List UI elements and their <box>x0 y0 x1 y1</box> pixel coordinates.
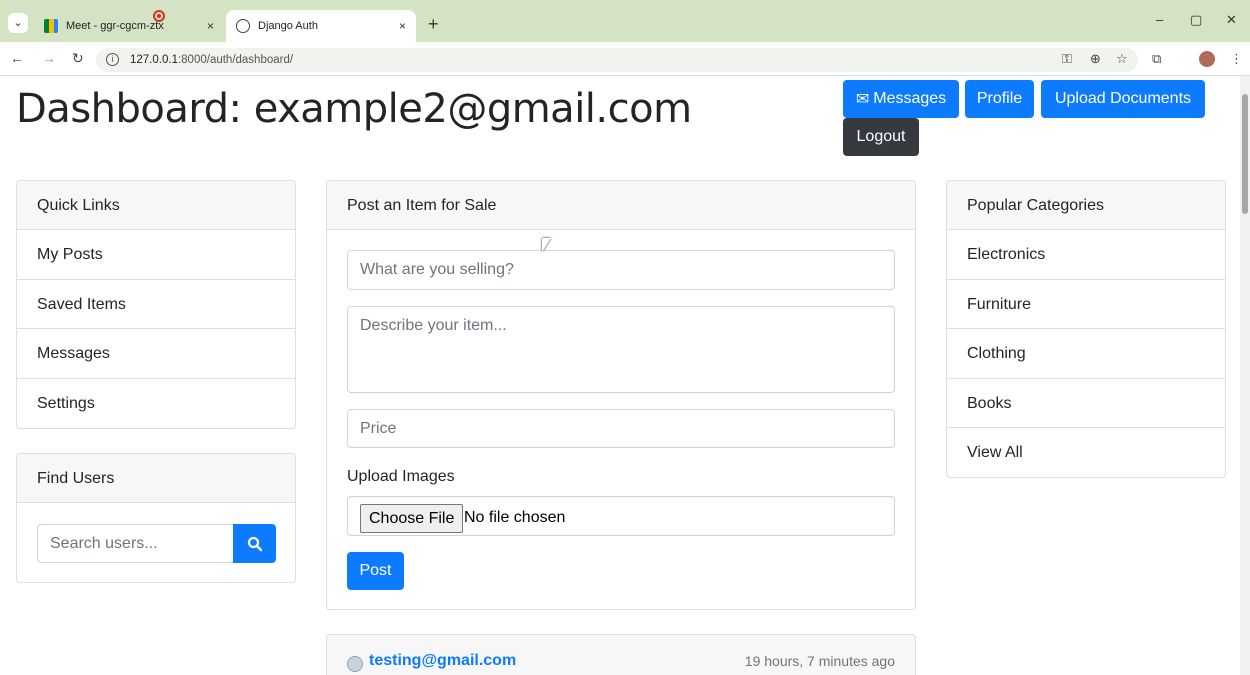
mouse-cursor <box>542 238 551 252</box>
envelope-icon: ✉ <box>855 91 870 108</box>
url-host: 127.0.0.1 <box>130 54 178 66</box>
tab-title: Django Auth <box>258 20 318 32</box>
page-title: Dashboard: example2@gmail.com <box>16 86 692 132</box>
category-electronics[interactable]: Electronics <box>947 230 1225 280</box>
close-window-button[interactable]: ✕ <box>1226 12 1237 28</box>
search-users-input[interactable]: Search users... <box>37 524 235 563</box>
tab-close-icon[interactable]: × <box>207 19 214 33</box>
tab-strip: ⌄ Meet - ggr-cgcm-ztx × Django Auth × + … <box>0 0 1250 42</box>
category-clothing[interactable]: Clothing <box>947 329 1225 379</box>
address-bar[interactable]: 127.0.0.1:8000/auth/dashboard/ <box>96 48 1138 72</box>
bookmark-star-icon[interactable]: ☆ <box>1116 51 1128 67</box>
no-file-chosen-text: No file chosen <box>464 509 566 526</box>
logout-button[interactable]: Logout <box>843 118 919 156</box>
quick-links-header: Quick Links <box>17 181 295 230</box>
search-button[interactable] <box>233 524 276 563</box>
feed-post-card: testing@gmail.com 19 hours, 7 minutes ag… <box>326 634 916 675</box>
user-avatar-icon <box>347 656 363 672</box>
zoom-icon[interactable]: ⊕ <box>1090 51 1101 67</box>
maximize-button[interactable]: ▢ <box>1190 12 1202 28</box>
password-key-icon[interactable]: ⚿ <box>1062 51 1072 67</box>
category-books[interactable]: Books <box>947 379 1225 428</box>
tab-title: Meet - ggr-cgcm-ztx <box>66 20 164 32</box>
scrollbar-thumb[interactable] <box>1242 94 1248 214</box>
item-description-textarea[interactable]: Describe your item... <box>347 306 895 393</box>
new-tab-button[interactable]: + <box>428 14 439 35</box>
browser-toolbar: ← → ↻ 127.0.0.1:8000/auth/dashboard/ i ⚿… <box>0 42 1250 76</box>
profile-avatar[interactable] <box>1199 51 1215 67</box>
post-timestamp: 19 hours, 7 minutes ago <box>744 653 895 669</box>
find-users-header: Find Users <box>17 454 295 503</box>
category-view-all[interactable]: View All <box>947 428 1225 477</box>
search-icon <box>247 536 262 551</box>
upload-images-label: Upload Images <box>347 468 455 485</box>
upload-documents-button[interactable]: Upload Documents <box>1041 80 1205 118</box>
page-scrollbar[interactable] <box>1240 76 1250 675</box>
forward-icon[interactable]: → <box>42 50 56 66</box>
quick-link-settings[interactable]: Settings <box>17 379 295 429</box>
globe-icon <box>236 19 250 33</box>
post-item-card: Post an Item for Sale What are you selli… <box>326 180 916 610</box>
back-icon[interactable]: ← <box>10 50 24 66</box>
page-content: Dashboard: example2@gmail.com ✉ Messages … <box>0 76 1240 675</box>
item-title-input[interactable]: What are you selling? <box>347 250 895 290</box>
choose-file-button[interactable]: Choose File <box>360 504 464 533</box>
post-author-link[interactable]: testing@gmail.com <box>369 652 516 670</box>
browser-menu-icon[interactable]: ⋮ <box>1230 51 1243 67</box>
find-users-card: Find Users Search users... <box>16 453 296 583</box>
tab-close-icon[interactable]: × <box>399 19 406 33</box>
post-submit-button[interactable]: Post <box>347 552 404 590</box>
post-item-header: Post an Item for Sale <box>327 181 915 230</box>
quick-links-card: Quick Links My Posts Saved Items Message… <box>16 180 296 429</box>
site-info-icon[interactable]: i <box>106 53 119 66</box>
tab-django-auth[interactable]: Django Auth × <box>226 10 416 42</box>
recording-icon <box>153 10 165 22</box>
tab-meet[interactable]: Meet - ggr-cgcm-ztx × <box>34 10 224 42</box>
quick-link-messages[interactable]: Messages <box>17 329 295 379</box>
popular-categories-card: Popular Categories Electronics Furniture… <box>946 180 1226 478</box>
image-file-input[interactable]: Choose File No file chosen <box>347 496 895 536</box>
quick-link-saved-items[interactable]: Saved Items <box>17 280 295 329</box>
messages-button[interactable]: ✉ Messages <box>843 80 959 118</box>
item-price-input[interactable]: Price <box>347 409 895 448</box>
categories-header: Popular Categories <box>947 181 1225 230</box>
minimize-button[interactable]: – <box>1156 12 1163 27</box>
messages-button-label: Messages <box>873 90 947 107</box>
url-path: :8000/auth/dashboard/ <box>177 54 294 66</box>
extensions-icon[interactable]: ⧉ <box>1152 51 1161 67</box>
browser-chrome: ⌄ Meet - ggr-cgcm-ztx × Django Auth × + … <box>0 0 1250 76</box>
profile-button[interactable]: Profile <box>965 80 1034 118</box>
google-meet-icon <box>44 19 58 33</box>
category-furniture[interactable]: Furniture <box>947 280 1225 329</box>
reload-icon[interactable]: ↻ <box>72 50 84 67</box>
quick-link-my-posts[interactable]: My Posts <box>17 230 295 280</box>
tab-search-icon[interactable]: ⌄ <box>8 13 28 33</box>
